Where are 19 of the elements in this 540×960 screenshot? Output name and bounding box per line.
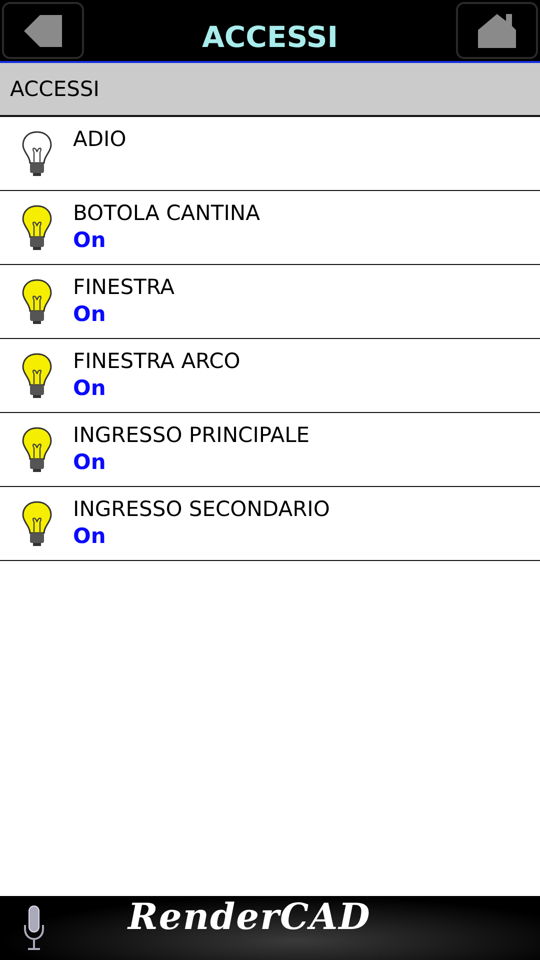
back-icon — [23, 14, 63, 48]
device-name: FINESTRA — [73, 275, 175, 299]
device-status: On — [73, 450, 107, 474]
home-icon — [477, 12, 517, 48]
back-button[interactable] — [2, 2, 84, 59]
device-name: ADIO — [73, 127, 126, 151]
app-logo: RenderCAD — [128, 896, 371, 938]
device-status: On — [73, 228, 107, 252]
device-name: INGRESSO PRINCIPALE — [73, 423, 310, 447]
device-status: On — [73, 302, 107, 326]
device-status: On — [73, 376, 107, 400]
screen-title: ACCESSI — [202, 18, 338, 54]
device-name: FINESTRA ARCO — [73, 349, 240, 373]
device-status: On — [73, 524, 107, 548]
section-title: ACCESSI — [10, 77, 100, 101]
device-name: BOTOLA CANTINA — [73, 201, 260, 225]
home-button[interactable] — [456, 2, 538, 59]
microphone-icon[interactable] — [23, 905, 45, 951]
device-name: INGRESSO SECONDARIO — [73, 497, 330, 521]
